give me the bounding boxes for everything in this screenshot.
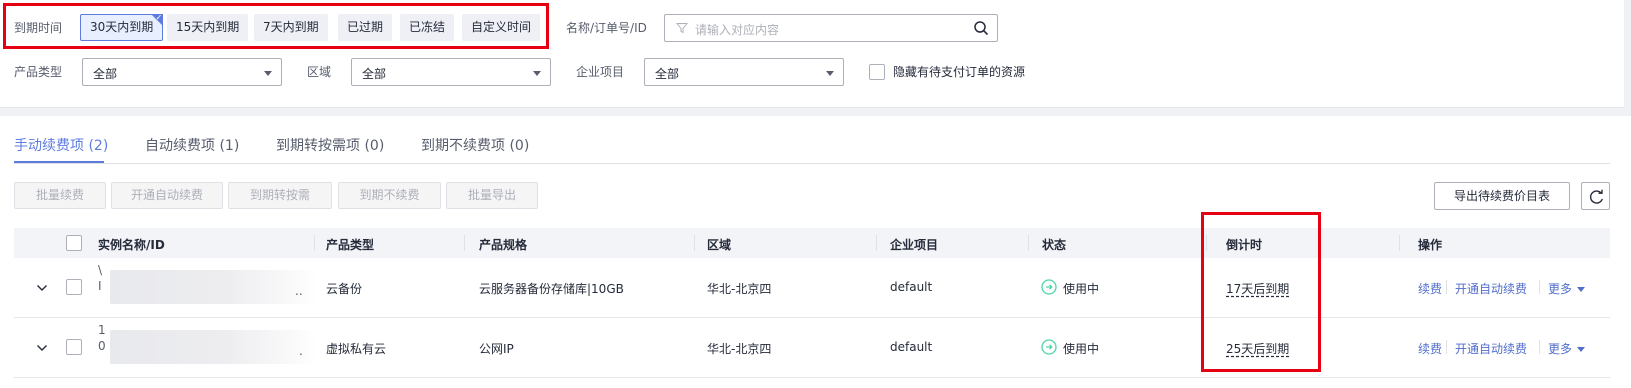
instance-id: I [98,279,102,293]
instance-name[interactable]: 1 [98,323,106,337]
column-header-spec: 产品规格 [479,238,528,252]
refresh-icon [1590,189,1603,204]
tab-to-on-demand[interactable]: 到期转按需项 (0) [276,135,384,155]
batch-export-button[interactable]: 批量导出 [446,182,538,209]
more-actions-link[interactable]: 更多 [1548,340,1586,357]
no-renew-button[interactable]: 到期不续费 [338,182,441,209]
search-label: 名称/订单号/ID [566,21,647,35]
table-row: \ I .. 云备份 云服务器备份存储库|10GB 华北-北京四 default… [14,258,1610,318]
table-header: 实例名称/ID 产品类型 产品规格 区域 企业项目 状态 倒计时 操作 [14,228,1610,258]
to-on-demand-button[interactable]: 到期转按需 [228,182,332,209]
export-price-list-button[interactable]: 导出待续费价目表 [1434,182,1570,210]
row-checkbox[interactable] [66,339,82,355]
search-placeholder: 请输入对应内容 [695,23,780,37]
expiry-label: 到期时间 [14,21,63,35]
filter-icon [676,23,688,34]
status-text: 使用中 [1063,282,1100,296]
expiry-option-15-days[interactable]: 15天内到期 [167,14,249,41]
active-tab-indicator [14,161,104,163]
project-select[interactable]: 全部 [644,58,844,86]
action-divider [1539,280,1540,294]
page-edge [1624,0,1631,108]
instance-id: 0 [98,339,106,353]
tab-auto-renew[interactable]: 自动续费项 (1) [145,135,239,155]
status-running-icon [1041,339,1057,355]
select-all-checkbox[interactable] [66,235,82,251]
column-header-actions: 操作 [1418,238,1443,252]
column-divider [314,235,315,251]
truncation-ellipsis: .. [295,284,303,298]
tab-no-renew[interactable]: 到期不续费项 (0) [421,135,529,155]
status-text: 使用中 [1063,342,1100,356]
product-spec: 公网IP [479,342,514,356]
column-divider [694,235,695,251]
more-actions-link[interactable]: 更多 [1548,280,1586,297]
renew-link[interactable]: 续费 [1418,280,1442,297]
status-running-icon [1041,279,1057,295]
column-header-region: 区域 [707,238,732,252]
column-divider [1028,235,1029,251]
enable-auto-renew-link[interactable]: 开通自动续费 [1455,280,1527,297]
column-divider [464,235,465,251]
expiry-option-30-days[interactable]: 30天内到期 ✓ [80,13,164,41]
action-divider [1446,340,1447,354]
chevron-down-icon [826,71,834,76]
product-type: 云备份 [326,282,363,296]
truncation-ellipsis: . [299,344,303,358]
search-icon[interactable] [973,20,989,36]
column-divider [1399,235,1400,251]
search-input[interactable]: 请输入对应内容 [664,14,998,42]
batch-renew-button[interactable]: 批量续费 [14,182,106,209]
column-header-status: 状态 [1042,238,1067,252]
hide-pending-label: 隐藏有待支付订单的资源 [893,65,1026,79]
product-type: 虚拟私有云 [326,342,387,356]
section-gap [0,108,1631,116]
enterprise-project: default [890,340,933,354]
enable-auto-renew-button[interactable]: 开通自动续费 [111,182,223,209]
region-label: 区域 [307,65,332,79]
expiry-option-frozen[interactable]: 已冻结 [400,14,455,41]
chevron-down-icon [264,71,272,76]
expiry-option-custom[interactable]: 自定义时间 [462,14,541,41]
enable-auto-renew-link[interactable]: 开通自动续费 [1455,340,1527,357]
action-divider [1539,340,1540,354]
enterprise-project: default [890,280,933,294]
countdown[interactable]: 25天后到期 [1226,340,1289,357]
column-divider [876,235,877,251]
hide-pending-checkbox[interactable] [869,64,885,80]
region-select[interactable]: 全部 [351,58,551,86]
tab-manual-renew[interactable]: 手动续费项 (2) [14,135,108,155]
column-header-countdown: 倒计时 [1226,238,1263,252]
chevron-down-icon[interactable] [36,282,48,294]
chevron-down-icon [533,71,541,76]
caret-down-icon [1577,347,1586,352]
check-icon: ✓ [155,13,163,22]
renew-link[interactable]: 续费 [1418,340,1442,357]
row-checkbox[interactable] [66,279,82,295]
action-divider [1446,280,1447,294]
refresh-button[interactable] [1581,182,1610,210]
column-header-name: 实例名称/ID [98,238,165,252]
column-header-product-type: 产品类型 [326,238,375,252]
instance-name[interactable]: \ [98,263,102,277]
redacted-instance-info [110,270,316,304]
product-type-select[interactable]: 全部 [82,58,282,86]
redacted-instance-info [110,330,316,364]
column-divider [1206,235,1207,251]
region: 华北-北京四 [707,342,772,356]
caret-down-icon [1577,287,1586,292]
tabs-divider [14,163,1610,164]
table-row: 1 0 . 虚拟私有云 公网IP 华北-北京四 default 使用中 25天后… [14,318,1610,378]
product-spec: 云服务器备份存储库|10GB [479,282,624,296]
expiry-option-7-days[interactable]: 7天内到期 [254,14,328,41]
region: 华北-北京四 [707,282,772,296]
column-header-project: 企业项目 [890,238,939,252]
product-type-label: 产品类型 [14,65,63,79]
expiry-option-expired[interactable]: 已过期 [338,14,393,41]
project-label: 企业项目 [576,65,625,79]
chevron-down-icon[interactable] [36,342,48,354]
countdown[interactable]: 17天后到期 [1226,280,1289,297]
